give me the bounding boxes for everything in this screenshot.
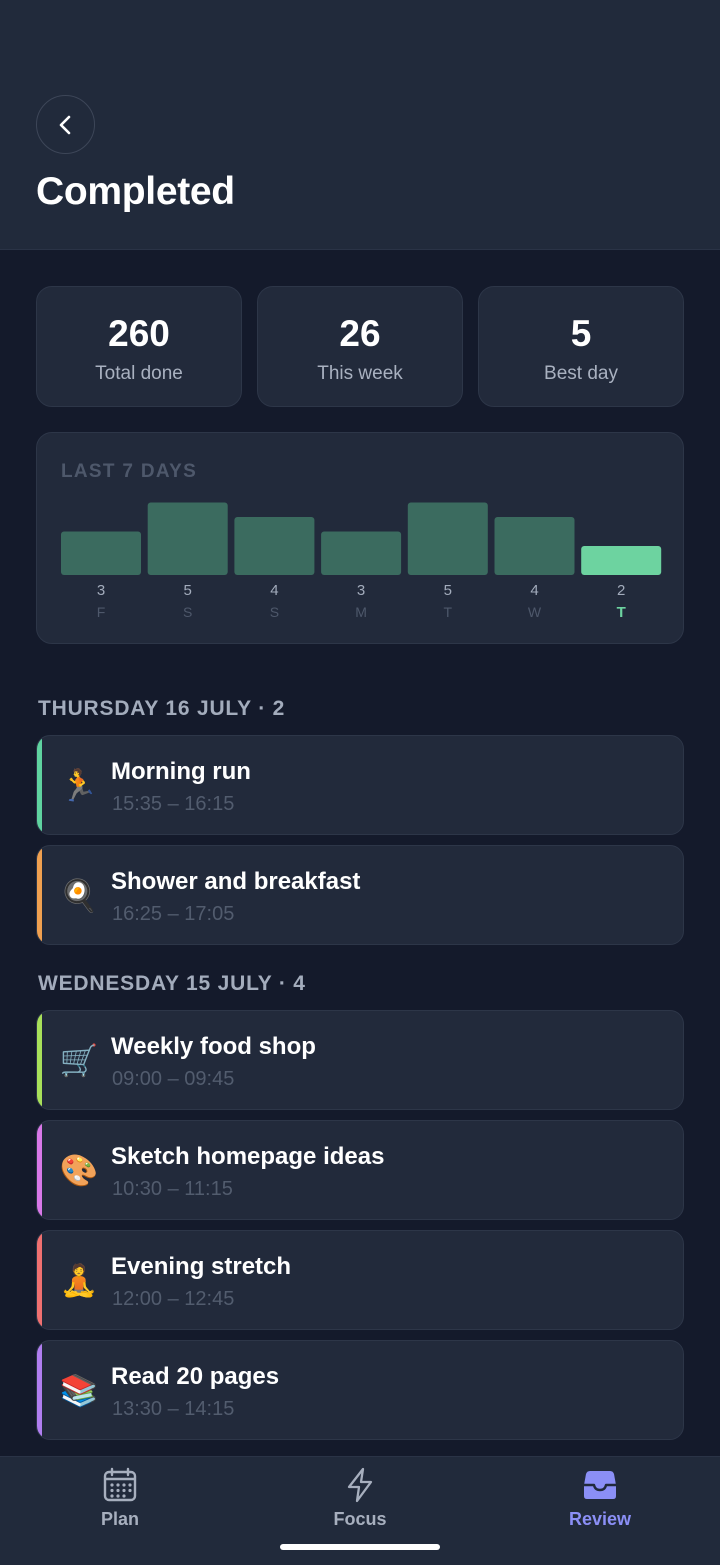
task-card[interactable]: 🧘 Evening stretch 12:00 – 12:45 (36, 1230, 684, 1330)
stat-value: 5 (570, 313, 592, 354)
page-title: Completed (36, 170, 235, 213)
chart-bar (581, 546, 662, 575)
task-color-bar (37, 846, 42, 944)
chart-value-label: 4 (530, 582, 538, 599)
chart-day-label: F (97, 604, 106, 620)
task-name: Shower and breakfast (111, 868, 361, 895)
calendar-icon (103, 1467, 137, 1502)
chart-value-label: 4 (270, 582, 278, 599)
chart-day-label: M (355, 604, 367, 620)
task-name: Evening stretch (111, 1253, 292, 1280)
chevron-left-icon (59, 115, 70, 134)
frying-pan-icon: 🍳 (59, 878, 99, 913)
chart-value-label: 5 (444, 582, 452, 599)
chart-value-label: 2 (617, 582, 625, 599)
task-name: Sketch homepage ideas (111, 1143, 385, 1170)
chart-bar (321, 531, 402, 575)
chart-value-label: 5 (184, 582, 192, 599)
running-icon: 🏃 (59, 768, 99, 803)
task-name: Morning run (111, 758, 251, 785)
task-color-bar (37, 1231, 42, 1329)
stat-card-total: 260 Total done (36, 286, 242, 407)
nav-item-focus[interactable]: Focus (280, 1457, 440, 1557)
task-color-bar (37, 1121, 42, 1219)
chart-day-label: S (183, 604, 192, 620)
task-color-bar (37, 1341, 42, 1439)
stat-card-week: 26 This week (257, 286, 463, 407)
chart-bar (61, 531, 141, 575)
task-time: 15:35 – 16:15 (112, 793, 235, 815)
task-card[interactable]: 📚 Read 20 pages 13:30 – 14:15 (36, 1340, 684, 1440)
stat-label: This week (317, 363, 403, 384)
chart-bar (494, 517, 575, 575)
nav-label: Focus (333, 1509, 387, 1529)
meditation-icon: 🧘 (59, 1263, 99, 1298)
chart-bar (147, 502, 228, 575)
chart-day-label: W (528, 604, 542, 620)
weekly-bar-chart: 3 F 5 S 4 S 3 M 5 T 4 W 2 T (61, 502, 662, 621)
inbox-icon (584, 1471, 616, 1499)
chart-value-label: 3 (97, 582, 105, 599)
task-time: 12:00 – 12:45 (112, 1288, 235, 1310)
back-button[interactable] (36, 95, 95, 154)
shopping-cart-icon: 🛒 (59, 1043, 99, 1078)
stat-value: 260 (108, 313, 170, 354)
stat-label: Total done (95, 363, 183, 384)
task-name: Read 20 pages (111, 1363, 280, 1390)
nav-item-plan[interactable]: Plan (40, 1457, 200, 1557)
stat-label: Best day (544, 363, 618, 384)
nav-label: Plan (100, 1509, 139, 1529)
nav-item-review[interactable]: Review (520, 1457, 680, 1557)
chart-value-label: 3 (357, 582, 365, 599)
stat-card-best-day: 5 Best day (478, 286, 684, 407)
chart-day-label: T (617, 604, 626, 621)
task-color-bar (37, 736, 42, 834)
chart-day-label: S (270, 604, 279, 620)
section-title: THURSDAY 16 JULY · 2 (38, 697, 286, 720)
chart-bar (234, 517, 315, 575)
nav-label: Review (568, 1509, 632, 1529)
task-card[interactable]: 🏃 Morning run 15:35 – 16:15 (36, 735, 684, 835)
chart-day-label: T (444, 604, 453, 620)
home-indicator[interactable] (280, 1544, 440, 1550)
task-name: Weekly food shop (111, 1033, 316, 1060)
task-card[interactable]: 🛒 Weekly food shop 09:00 – 09:45 (36, 1010, 684, 1110)
books-icon: 📚 (59, 1373, 99, 1408)
stat-value: 26 (339, 313, 381, 354)
lightning-icon (347, 1467, 373, 1503)
chart-bar (407, 502, 488, 575)
task-card[interactable]: 🎨 Sketch homepage ideas 10:30 – 11:15 (36, 1120, 684, 1220)
stats-row: 260 Total done 26 This week 5 Best day (36, 286, 684, 407)
header: Completed (0, 0, 720, 250)
task-time: 10:30 – 11:15 (112, 1178, 233, 1200)
task-time: 13:30 – 14:15 (112, 1398, 235, 1420)
weekly-chart-card: LAST 7 DAYS 3F5S4S3M5T4W2T (36, 432, 684, 644)
palette-icon: 🎨 (59, 1153, 99, 1188)
task-time: 16:25 – 17:05 (112, 903, 235, 925)
task-color-bar (37, 1011, 42, 1109)
section-title: WEDNESDAY 15 JULY · 4 (38, 972, 306, 995)
task-card[interactable]: 🍳 Shower and breakfast 16:25 – 17:05 (36, 845, 684, 945)
task-time: 09:00 – 09:45 (112, 1068, 235, 1090)
